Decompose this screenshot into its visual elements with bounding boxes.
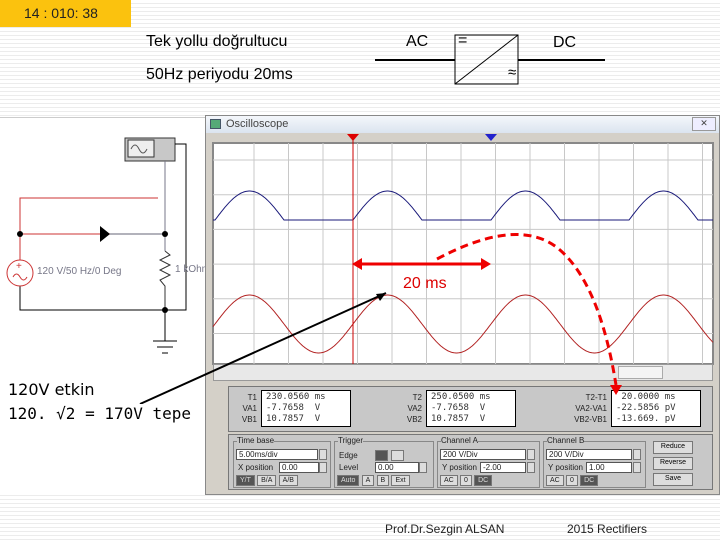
channel-a-0-button[interactable]: 0 bbox=[459, 475, 472, 486]
channel-b-group: Channel B 200 V/Div Y position 1.00 AC 0… bbox=[543, 436, 646, 488]
channel-b-title: Channel B bbox=[547, 436, 585, 445]
channel-b-scale-field[interactable]: 200 V/Div bbox=[546, 449, 632, 460]
channel-a-group: Channel A 200 V/Div Y position -2.00 AC … bbox=[437, 436, 540, 488]
measurement-label: T1 bbox=[247, 393, 257, 402]
measurement-value: 250.0500 ms bbox=[431, 392, 491, 402]
trigger-level-spinner[interactable] bbox=[419, 462, 427, 473]
trigger-a-button[interactable]: A bbox=[361, 475, 375, 486]
ab-button[interactable]: A/B bbox=[278, 475, 298, 486]
reduce-button[interactable]: Reduce bbox=[653, 441, 693, 454]
measurement-value: -13.669. pV bbox=[616, 414, 676, 424]
measurement-value: 10.7857 V bbox=[266, 414, 321, 424]
falling-edge-button[interactable] bbox=[391, 450, 404, 461]
channel-a-dc-button[interactable]: DC bbox=[474, 475, 493, 486]
footer-course: 2015 Rectifiers bbox=[567, 522, 648, 536]
scope-display bbox=[212, 134, 714, 365]
channel-a-ypos-spinner[interactable] bbox=[527, 462, 535, 473]
oscilloscope-window: Oscilloscope ✕ T1 VA1 VB1 230.0560 ms -7.765… bbox=[205, 115, 720, 495]
channel-a-ypos-field[interactable]: -2.00 bbox=[480, 462, 526, 473]
measurement-values: 20.0000 ms -22.5856 pV -13.669. pV bbox=[611, 390, 701, 427]
measurement-label: VB2-VB1 bbox=[574, 415, 607, 424]
channel-b-ypos-field[interactable]: 1.00 bbox=[586, 462, 632, 473]
resistor-label: 1 kOhm bbox=[175, 264, 205, 275]
channel-b-scale-spinner[interactable] bbox=[633, 449, 641, 460]
timebase-group: Time base 5.00ms/div X position 0.00 Y/T… bbox=[233, 436, 331, 488]
controls-panel: Time base 5.00ms/div X position 0.00 Y/T… bbox=[228, 434, 713, 490]
measurement-label: VB1 bbox=[241, 415, 257, 424]
slide-number: 14 : 010: 38 bbox=[0, 0, 131, 27]
circuit-schematic: + 120 V/50 Hz/0 Deg 1 kOhm bbox=[0, 117, 205, 495]
channel-b-ac-button[interactable]: AC bbox=[546, 475, 564, 486]
timebase-title: Time base bbox=[237, 436, 275, 445]
measurement-value: 230.0560 ms bbox=[266, 392, 326, 402]
cursor-1-handle bbox=[347, 134, 359, 141]
channel-b-0-button[interactable]: 0 bbox=[565, 475, 578, 486]
footer-author: Prof.Dr.Sezgin ALSAN bbox=[385, 522, 505, 536]
measurement-value: -22.5856 pV bbox=[616, 403, 676, 413]
scrollbar-thumb[interactable] bbox=[618, 366, 663, 379]
xpos-field[interactable]: 0.00 bbox=[279, 462, 319, 473]
measurement-value: 20.0000 ms bbox=[616, 392, 676, 402]
resistor-icon bbox=[158, 250, 172, 310]
measurement-values: 250.0500 ms -7.7658 V 10.7857 V bbox=[426, 390, 516, 427]
channel-b-ypos-label: Y position bbox=[548, 463, 583, 472]
period-label: 20 ms bbox=[403, 275, 447, 292]
slide-title: Tek yollu doğrultucu bbox=[146, 33, 288, 50]
measurement-label: VA2-VA1 bbox=[575, 404, 607, 413]
app-icon bbox=[210, 119, 221, 129]
channel-a-ac-button[interactable]: AC bbox=[440, 475, 458, 486]
xpos-label: X position bbox=[238, 463, 274, 472]
cursor-2-handle bbox=[485, 134, 497, 141]
measurement-value: -7.7658 V bbox=[431, 403, 486, 413]
channel-a-scale-field[interactable]: 200 V/Div bbox=[440, 449, 526, 460]
reverse-button[interactable]: Reverse bbox=[653, 457, 693, 470]
ba-button[interactable]: B/A bbox=[257, 475, 277, 486]
measurement-label: T2 bbox=[412, 393, 422, 402]
measurement-label: VB2 bbox=[406, 415, 422, 424]
measurement-label: T2-T1 bbox=[585, 393, 607, 402]
trigger-ext-button[interactable]: Ext bbox=[391, 475, 410, 486]
rectifier-block-diagram bbox=[375, 34, 605, 85]
horizontal-scrollbar[interactable] bbox=[213, 364, 713, 381]
measurement-value: 10.7857 V bbox=[431, 414, 486, 424]
measurement-labels: T1 VA1 VB1 bbox=[229, 392, 257, 425]
channel-a-title: Channel A bbox=[441, 436, 478, 445]
channel-a-ypos-label: Y position bbox=[442, 463, 477, 472]
close-button[interactable]: ✕ bbox=[692, 117, 716, 131]
channel-a-scale-spinner[interactable] bbox=[527, 449, 535, 460]
channel-b-dc-button[interactable]: DC bbox=[580, 475, 599, 486]
channel-b-ypos-spinner[interactable] bbox=[633, 462, 641, 473]
yt-button[interactable]: Y/T bbox=[236, 475, 255, 486]
rising-edge-button[interactable] bbox=[375, 450, 388, 461]
timebase-scale-field[interactable]: 5.00ms/div bbox=[236, 449, 318, 460]
xpos-spinner[interactable] bbox=[319, 462, 327, 473]
trigger-level-field[interactable]: 0.00 bbox=[375, 462, 419, 473]
measurement-label: VA1 bbox=[242, 404, 257, 413]
timebase-spinner[interactable] bbox=[319, 449, 327, 460]
measurement-labels: T2-T1 VA2-VA1 VB2-VB1 bbox=[559, 392, 607, 425]
window-title: Oscilloscope bbox=[226, 118, 289, 130]
measurement-labels: T2 VA2 VB2 bbox=[394, 392, 422, 425]
source-label: 120 V/50 Hz/0 Deg bbox=[37, 266, 122, 277]
slide-subtitle: 50Hz periyodu 20ms bbox=[146, 66, 293, 83]
ac-symbol: ≈ bbox=[508, 64, 517, 81]
measurement-values: 230.0560 ms -7.7658 V 10.7857 V bbox=[261, 390, 351, 427]
svg-text:+: + bbox=[16, 261, 22, 272]
trigger-group: Trigger Edge Level 0.00 Auto A B Ext bbox=[334, 436, 434, 488]
diode-icon bbox=[100, 226, 110, 242]
measurement-value: -7.7658 V bbox=[266, 403, 321, 413]
measurement-panel: T1 VA1 VB1 230.0560 ms -7.7658 V 10.7857 V T2 V… bbox=[228, 386, 713, 432]
peak-note: 120. √2 = 170V tepe bbox=[8, 404, 192, 423]
auto-trigger-button[interactable]: Auto bbox=[337, 475, 360, 486]
trigger-title: Trigger bbox=[338, 436, 364, 445]
dc-symbol: = bbox=[458, 32, 468, 49]
window-title-bar[interactable]: Oscilloscope ✕ bbox=[206, 116, 719, 133]
rms-note: 120V etkin bbox=[8, 380, 95, 399]
trigger-b-button[interactable]: B bbox=[376, 475, 390, 486]
edge-label: Edge bbox=[339, 451, 358, 460]
level-label: Level bbox=[339, 463, 359, 472]
measurement-label: VA2 bbox=[407, 404, 422, 413]
save-button[interactable]: Save bbox=[653, 473, 693, 486]
